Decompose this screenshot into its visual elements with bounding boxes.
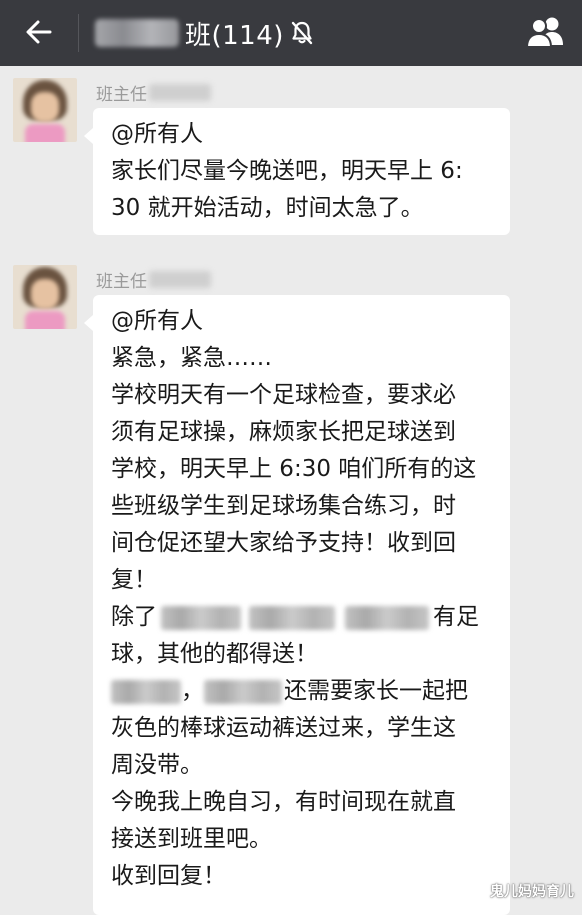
message-line: 须有足球操，麻烦家长把足球送到 xyxy=(111,419,456,445)
message-line: 学校，明天早上 6:30 咱们所有的这 xyxy=(111,456,477,482)
except-suffix: 有足 xyxy=(433,604,479,630)
message-line: 家长们尽量今晚送吧，明天早上 6: xyxy=(111,158,463,184)
back-button[interactable] xyxy=(14,9,64,55)
blurred-names xyxy=(204,679,282,704)
message-line: 间仓促还望大家给予支持！收到回 xyxy=(111,530,456,556)
blurred-group-name xyxy=(95,19,179,47)
message-line: 周没带。 xyxy=(111,752,203,778)
sender-name-text: 班主任 xyxy=(96,84,147,105)
chat-title-text: 班(114) xyxy=(185,20,284,51)
sender-name: 班主任 xyxy=(96,79,211,105)
blurred-names xyxy=(161,605,241,630)
message-bubble[interactable]: @所有人 紧急，紧急…… 学校明天有一个足球检查，要求必 须有足球操，麻烦家长把… xyxy=(84,295,510,915)
message-line: 收到回复！ xyxy=(111,863,226,889)
blurred-names xyxy=(111,679,181,704)
message-bubble[interactable]: @所有人 家长们尽量今晚送吧，明天早上 6: 30 就开始活动，时间太急了。 xyxy=(84,108,510,235)
except-prefix: 除了 xyxy=(111,604,157,630)
message-line: 灰色的棒球运动裤送过来，学生这 xyxy=(111,715,456,741)
message-line: 学校明天有一个足球检查，要求必 xyxy=(111,382,456,408)
message-line: 些班级学生到足球场集合练习，时 xyxy=(111,493,456,519)
arrow-left-icon xyxy=(26,20,52,44)
message-line: ， 还需要家长一起把 xyxy=(111,673,496,710)
avatar[interactable] xyxy=(13,78,77,142)
message-line: 球，其他的都得送！ xyxy=(111,641,318,667)
message-line: @所有人 xyxy=(111,121,203,147)
message-line: 30 就开始活动，时间太急了。 xyxy=(111,195,424,221)
avatar[interactable] xyxy=(13,265,77,329)
blurred-sender-name xyxy=(149,270,211,288)
comma: ， xyxy=(181,678,204,704)
sender-name: 班主任 xyxy=(96,266,211,292)
sender-name-text: 班主任 xyxy=(96,271,147,292)
chat-title[interactable]: 班(114) xyxy=(95,0,314,66)
watermark: 鬼儿妈妈育儿 xyxy=(490,884,574,900)
blurred-sender-name xyxy=(149,83,211,101)
pants-suffix: 还需要家长一起把 xyxy=(284,678,468,704)
blurred-names xyxy=(249,605,335,630)
header-divider xyxy=(78,14,79,52)
message-line: @所有人 xyxy=(111,308,203,334)
group-members-button[interactable] xyxy=(520,10,570,54)
message-line: 紧急，紧急…… xyxy=(111,345,272,371)
message-line: 接送到班里吧。 xyxy=(111,826,272,852)
chat-message: 班主任 @所有人 紧急，紧急…… 学校明天有一个足球检查，要求必 须有足球操，麻… xyxy=(0,256,582,915)
chat-message: 班主任 @所有人 家长们尽量今晚送吧，明天早上 6: 30 就开始活动，时间太急… xyxy=(0,66,582,256)
chat-header: 班(114) xyxy=(0,0,582,66)
message-line: 除了 有足 xyxy=(111,599,496,636)
bell-slash-icon xyxy=(291,21,313,45)
group-members-icon xyxy=(525,17,563,48)
message-line: 复！ xyxy=(111,567,157,593)
blurred-names xyxy=(345,605,429,630)
message-line: 今晚我上晚自习，有时间现在就直 xyxy=(111,789,456,815)
